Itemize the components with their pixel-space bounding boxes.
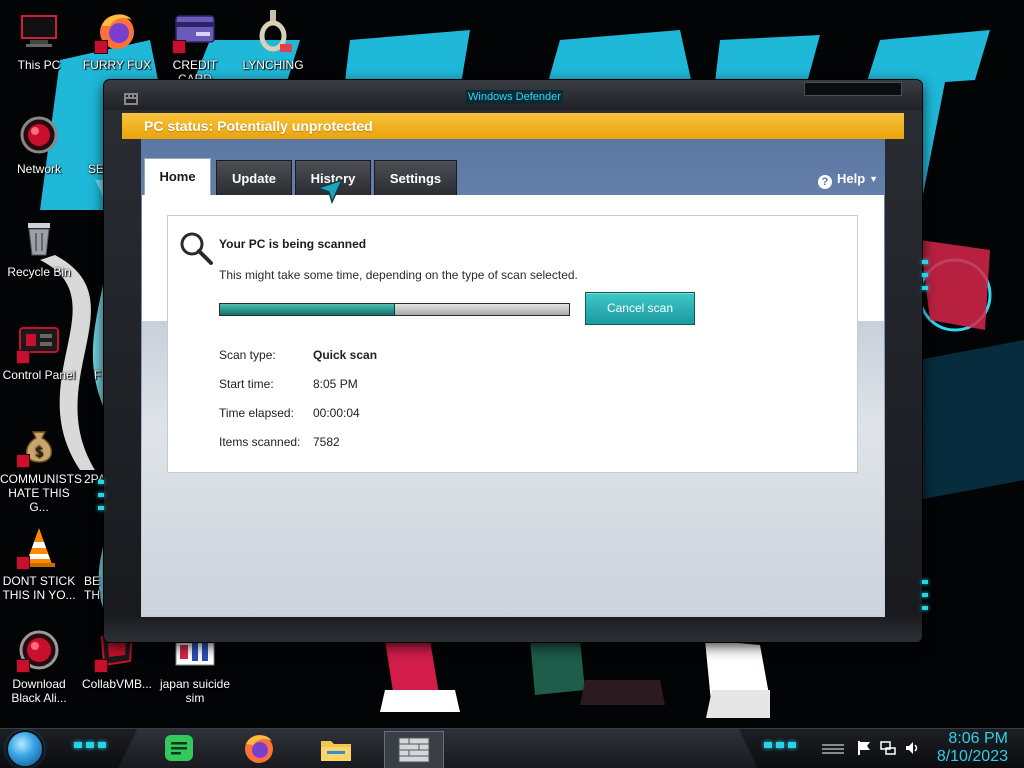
desktop-icon-label: japan suicide sim [159, 677, 231, 705]
desktop-icon-label: DONT STICK THIS IN YO... [2, 574, 76, 602]
desktop-icon-label: LYNCHING [242, 58, 304, 72]
desktop-icon-furry-fux[interactable]: FURRY FUX [78, 8, 156, 72]
shortcut-arrow-icon [94, 659, 108, 673]
taskbar-light [788, 742, 796, 748]
desktop-icon-download[interactable]: Download Black Ali... [0, 627, 78, 705]
shortcut-arrow-icon [16, 350, 30, 364]
network-globe-icon [16, 112, 62, 158]
desktop-icon-label: COMMUNISTS HATE THIS G... [0, 472, 82, 514]
firefox-icon [94, 8, 140, 54]
titlebar-notch [804, 82, 902, 96]
shortcut-arrow-icon [16, 659, 30, 673]
desktop-icon-label: Control Panel [2, 368, 76, 382]
tab-update[interactable]: Update [216, 160, 292, 195]
flag-icon[interactable] [856, 740, 872, 756]
taskbar: 8:06 PM 8/10/2023 [0, 728, 1024, 768]
taskbar-light [764, 742, 772, 748]
taskbar-light [74, 742, 82, 748]
frame-light [922, 286, 928, 290]
items-scanned-label: Items scanned: [219, 435, 301, 449]
red-orb-icon [16, 627, 62, 673]
desktop-icon-label: This PC [17, 58, 61, 72]
items-scanned-value: 7582 [313, 435, 340, 449]
desktop-icon-this-pc[interactable]: This PC [0, 8, 78, 72]
frame-light [922, 260, 928, 264]
taskbar-firefox-button[interactable] [240, 731, 278, 767]
firewall-icon [398, 737, 430, 763]
start-time-value: 8:05 PM [313, 377, 358, 391]
time-elapsed-label: Time elapsed: [219, 406, 294, 420]
desktop-screen: This PC Network Recycle Bin Control Pane… [0, 0, 1024, 768]
rope-icon [250, 8, 296, 54]
shortcut-arrow-icon [94, 40, 108, 54]
shortcut-arrow-icon [172, 40, 186, 54]
trash-bin-icon [16, 215, 62, 261]
window-titlebar[interactable]: Windows Defender [104, 80, 922, 110]
firefox-icon [245, 735, 273, 763]
clock-date[interactable]: 8/10/2023 [937, 748, 1008, 766]
chat-bubble-icon [165, 735, 193, 761]
svg-text:$: $ [35, 444, 44, 460]
desktop-icon-label: Recycle Bin [7, 265, 71, 279]
cancel-scan-button[interactable]: Cancel scan [585, 292, 695, 325]
frame-light [922, 580, 928, 584]
desktop-icon-dont-stick[interactable]: DONT STICK THIS IN YO... [0, 524, 78, 602]
taskbar-light [776, 742, 784, 748]
scan-progress-fill [220, 304, 395, 315]
window-menu-icon[interactable] [124, 90, 138, 105]
desktop-icon-recycle-bin[interactable]: Recycle Bin [0, 215, 78, 279]
money-bag-icon: $ [16, 422, 62, 468]
help-label: Help [837, 171, 866, 186]
show-desktop-grip-icon[interactable] [820, 740, 846, 756]
scan-progress-bar [219, 303, 570, 316]
scan-type-label: Scan type: [219, 348, 276, 362]
desktop-icon-label: FURRY FUX [82, 58, 152, 72]
desktop-icon-communists[interactable]: $ COMMUNISTS HATE THIS G... [0, 422, 82, 514]
magnifier-icon [177, 229, 215, 267]
clock-time[interactable]: 8:06 PM [948, 730, 1008, 748]
question-icon: ? [818, 175, 832, 189]
frame-light [922, 273, 928, 277]
computer-icon [16, 8, 62, 54]
mouse-cursor [315, 178, 344, 205]
taskbar-light [98, 742, 106, 748]
shortcut-arrow-icon [16, 556, 30, 570]
control-panel-icon [16, 318, 62, 364]
shortcut-arrow-icon [16, 454, 30, 468]
chevron-down-icon: ▼ [869, 174, 879, 184]
taskbar-light [86, 742, 94, 748]
scan-heading: Your PC is being scanned [219, 237, 367, 251]
desktop-icon-label: Download Black Ali... [11, 677, 67, 705]
help-menu[interactable]: ? Help ▼ [818, 170, 879, 189]
frame-light [98, 480, 104, 484]
network-icon[interactable] [880, 740, 896, 756]
start-button[interactable] [8, 732, 42, 766]
frame-light [98, 506, 104, 510]
desktop-icon-label: CollabVMB... [81, 677, 153, 691]
desktop-icon-control-panel[interactable]: Control Panel [0, 318, 78, 382]
frame-light [922, 606, 928, 610]
frame-light [98, 493, 104, 497]
volume-icon[interactable] [904, 740, 920, 756]
frame-light [922, 593, 928, 597]
taskbar-spotify-button[interactable] [160, 731, 198, 767]
folder-icon [321, 741, 351, 761]
credit-card-icon [172, 8, 218, 54]
desktop-icon-label: Network [16, 162, 61, 176]
time-elapsed-value: 00:00:04 [313, 406, 360, 420]
scan-type-value: Quick scan [313, 348, 378, 362]
desktop-icon-network[interactable]: Network [0, 112, 78, 176]
window-title: Windows Defender [466, 90, 563, 104]
window-bottom-frame [104, 617, 922, 642]
pc-status-banner: PC status: Potentially unprotected [122, 113, 904, 139]
traffic-cone-icon [16, 524, 62, 570]
start-time-label: Start time: [219, 377, 274, 391]
scan-description: This might take some time, depending on … [219, 268, 578, 282]
tab-home[interactable]: Home [144, 158, 211, 195]
desktop-icon-lynching[interactable]: LYNCHING [234, 8, 312, 72]
taskbar-defender-button[interactable] [384, 731, 444, 768]
windows-defender-window[interactable]: Windows Defender PC status: Potentially … [98, 80, 928, 642]
tab-settings[interactable]: Settings [374, 160, 457, 195]
taskbar-file-explorer-button[interactable] [317, 731, 355, 767]
